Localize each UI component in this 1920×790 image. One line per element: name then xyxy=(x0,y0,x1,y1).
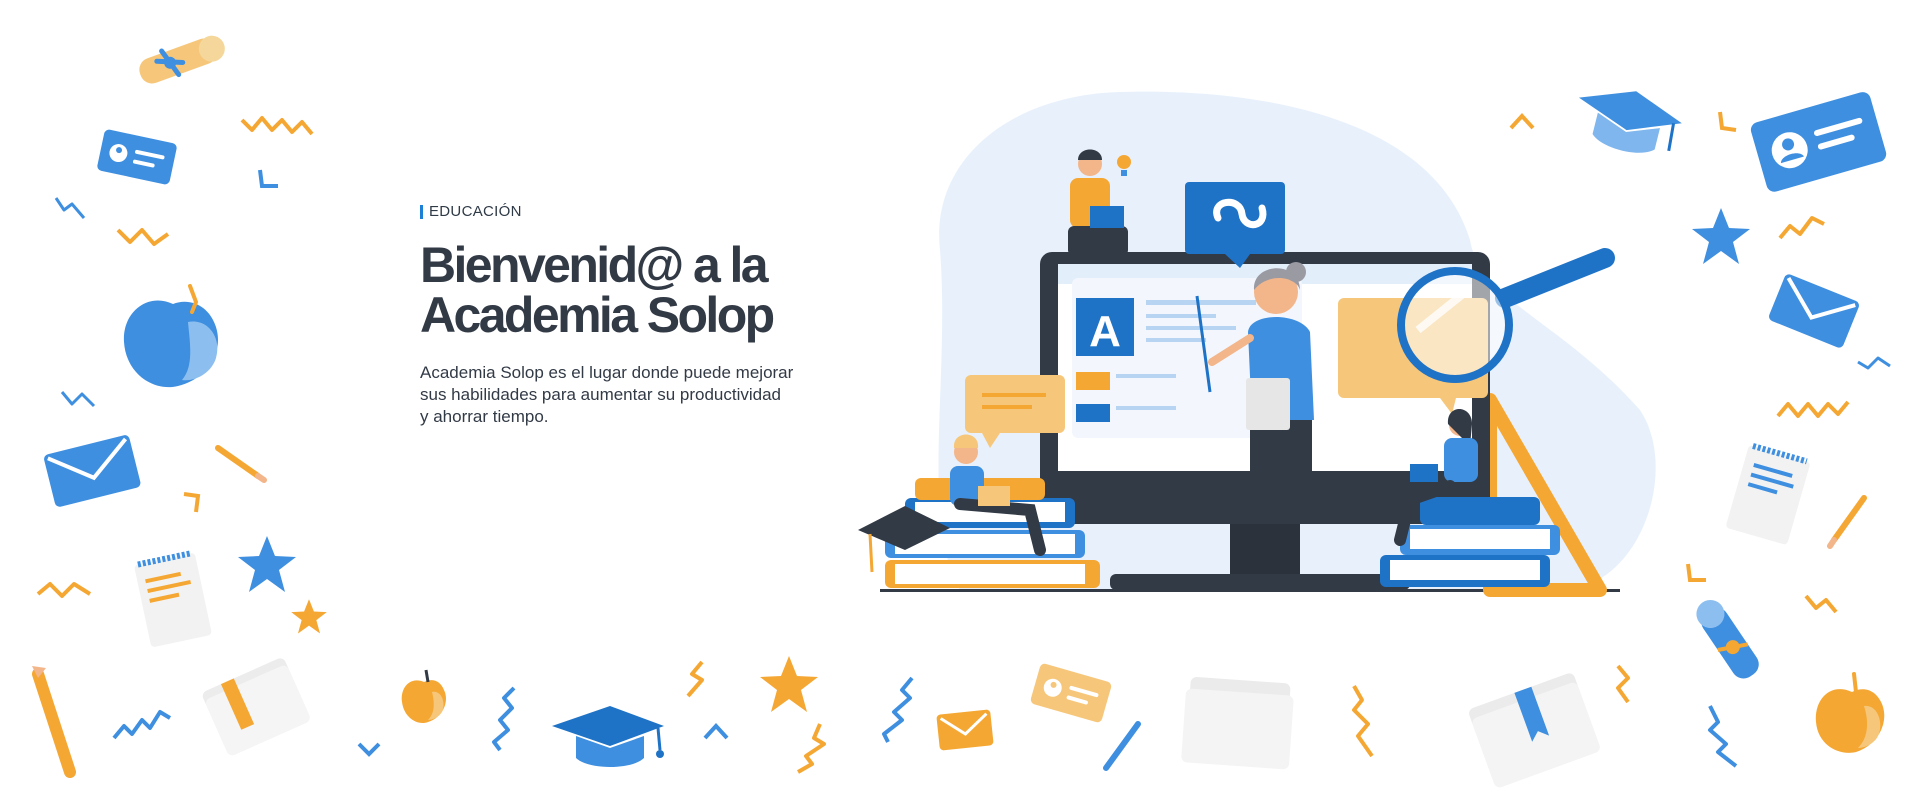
zigzag-blue-5 xyxy=(882,676,914,743)
orange-apple-right-icon xyxy=(1815,672,1885,753)
academy-illustration: A xyxy=(858,91,1656,597)
diploma-right-icon xyxy=(1696,599,1759,679)
category-text: EDUCACIÓN xyxy=(429,203,522,220)
blue-pencil-icon xyxy=(1103,721,1141,771)
zigzag-orange-2 xyxy=(116,228,170,246)
id-card-icon xyxy=(97,129,177,185)
page-title-line-2: Academia Solop xyxy=(420,287,775,343)
pencil-right-icon xyxy=(1827,495,1867,549)
description-line-1: Academia Solop es el lugar donde puede m… xyxy=(420,363,794,382)
star-icon xyxy=(238,536,296,592)
folder-icon xyxy=(202,658,310,756)
screen-letter: A xyxy=(1089,307,1121,356)
zigzag-blue-3 xyxy=(112,710,172,740)
orange-id-card-icon xyxy=(1030,663,1112,723)
description-line-3: y ahorrar tiempo. xyxy=(420,407,549,426)
graduation-cap-icon xyxy=(552,706,664,767)
zigzag-orange-1 xyxy=(240,116,314,136)
zigzag-orange-3 xyxy=(36,582,92,598)
star-right-icon xyxy=(1692,208,1750,264)
zigzag-blue-4 xyxy=(492,686,516,752)
orange-apple-icon xyxy=(401,669,447,724)
apple-icon xyxy=(123,284,218,388)
check-mark-orange-right-2 xyxy=(1686,563,1706,582)
star-orange-bottom-icon xyxy=(760,656,818,712)
star-small-icon xyxy=(291,599,327,634)
chevron-down-icon xyxy=(357,742,381,757)
envelope-icon xyxy=(44,435,141,507)
big-pencil-icon xyxy=(32,666,76,778)
check-mark-orange-right xyxy=(1718,111,1737,132)
hero-text-block: EDUCACIÓN Bienvenid@ a la Academia Solop… xyxy=(420,203,840,428)
zigzag-blue-right-1 xyxy=(1857,356,1891,370)
zigzag-orange-7 xyxy=(1616,664,1630,704)
hero-banner: EDUCACIÓN Bienvenid@ a la Academia Solop… xyxy=(0,0,1920,790)
chevron-up-icon xyxy=(703,723,729,740)
pencil-icon xyxy=(215,445,267,483)
notepad-icon xyxy=(134,550,212,647)
envelope-right-icon xyxy=(1769,274,1859,348)
bookmarked-folder-icon xyxy=(1469,673,1600,788)
large-folder-icon xyxy=(1181,677,1294,770)
zigzag-orange-right-2 xyxy=(1776,400,1850,418)
zigzag-orange-right-1 xyxy=(1778,216,1825,240)
chevron-up-small-icon xyxy=(1509,113,1535,130)
diploma-icon xyxy=(139,35,225,84)
zigzag-blue-6 xyxy=(1708,705,1738,768)
orange-envelope-icon xyxy=(936,709,994,751)
check-mark-blue xyxy=(258,169,278,188)
page-description: Academia Solop es el lugar donde puede m… xyxy=(420,362,820,428)
id-card-right-icon xyxy=(1750,92,1887,192)
page-title-line-1: Bienvenid@ a la xyxy=(420,237,769,293)
category-marker xyxy=(420,204,423,219)
zigzag-orange-6 xyxy=(1352,685,1374,758)
category-label: EDUCACIÓN xyxy=(420,203,840,220)
graduation-cap-right-icon xyxy=(1578,91,1682,153)
description-line-2: sus habilidades para aumentar su product… xyxy=(420,385,782,404)
zigzag-blue-1 xyxy=(54,197,86,219)
zigzag-blue-2 xyxy=(60,391,96,408)
page-title: Bienvenid@ a la Academia Solop xyxy=(420,240,840,340)
zigzag-orange-4 xyxy=(686,660,704,698)
zigzag-orange-right-3 xyxy=(1804,594,1838,614)
notepad-right-icon xyxy=(1726,443,1810,545)
check-mark-orange xyxy=(183,492,201,513)
zigzag-orange-5 xyxy=(797,723,826,774)
